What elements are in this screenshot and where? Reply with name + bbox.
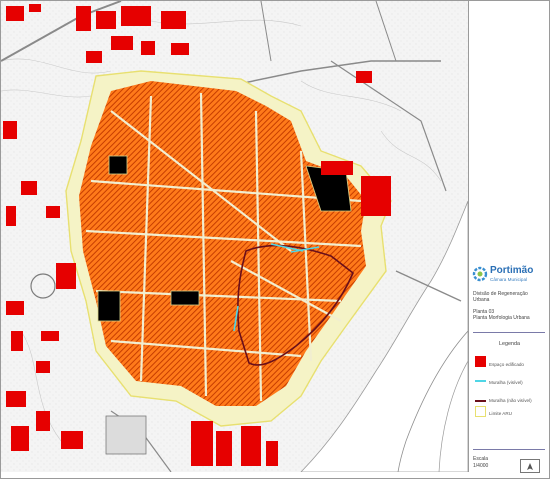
- divider: [473, 332, 545, 333]
- legend-built-swatch: [475, 356, 486, 367]
- scale-value: 1/4000: [473, 463, 489, 469]
- legend-aru-label: Limite ARU: [489, 411, 512, 416]
- north-arrow-icon: [520, 459, 540, 473]
- scale-label: Escala: [473, 456, 489, 462]
- division-name: Divisão de Regeneração Urbana: [473, 291, 528, 303]
- map-sheet: Portimão Câmara Municipal Divisão de Reg…: [0, 0, 550, 479]
- legend-aru-swatch: [475, 406, 486, 417]
- urban-morphology-map[interactable]: [1, 1, 469, 472]
- logo-title: Portimão: [490, 265, 534, 276]
- legend-wall-visible-label: Muralha (visível): [489, 380, 523, 385]
- large-building: [105, 415, 147, 455]
- portimao-logo-icon: [472, 266, 488, 282]
- divider-bottom: [473, 449, 545, 450]
- legend-wall-not-visible-label: Muralha (não visível): [489, 398, 532, 403]
- legend-wall-visible-swatch: [475, 380, 486, 382]
- legend-wall-not-visible-swatch: [475, 400, 486, 402]
- legend-built-label: Espaço edificado: [489, 362, 524, 367]
- logo-subtitle: Câmara Municipal: [490, 277, 528, 282]
- legend-title: Legenda: [499, 341, 520, 347]
- plan-title: Planta 03 Planta Morfologia Urbana: [473, 309, 530, 321]
- legend-panel: Portimão Câmara Municipal Divisão de Reg…: [469, 1, 549, 478]
